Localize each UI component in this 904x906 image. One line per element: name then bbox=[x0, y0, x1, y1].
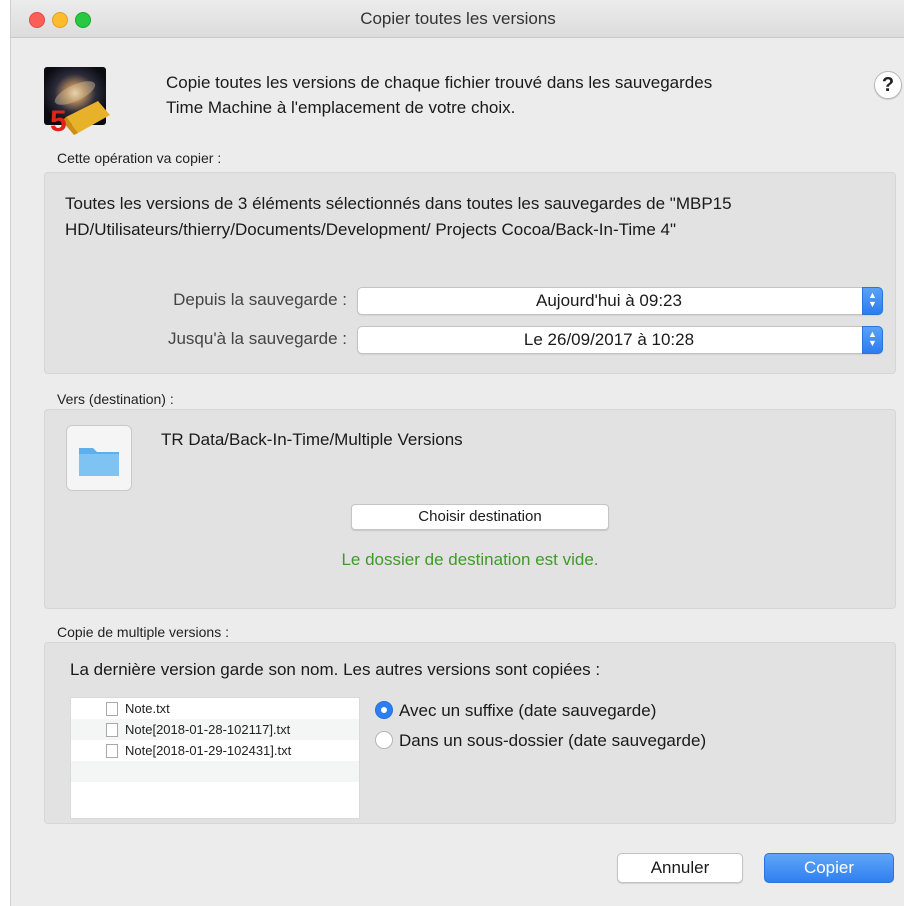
from-backup-popup[interactable]: Aujourd'hui à 09:23 ▲ ▼ bbox=[357, 287, 883, 315]
destination-status: Le dossier de destination est vide. bbox=[341, 550, 599, 569]
subfolder-option-label: Dans un sous-dossier (date sauvegarde) bbox=[399, 731, 707, 750]
destination-folder-well[interactable] bbox=[66, 425, 132, 491]
list-item[interactable]: Note.txt bbox=[71, 698, 359, 719]
suffix-option-label: Avec un suffixe (date sauvegarde) bbox=[399, 701, 657, 720]
window-title: Copier toutes les versions bbox=[360, 9, 556, 28]
help-button[interactable]: ? bbox=[874, 71, 902, 99]
from-backup-label: Depuis la sauvegarde : bbox=[173, 290, 347, 309]
updown-arrows-icon: ▲ ▼ bbox=[862, 287, 883, 315]
suffix-radio-button[interactable] bbox=[375, 701, 393, 719]
operation-group: Toutes les versions de 3 éléments sélect… bbox=[44, 172, 896, 374]
suffix-option[interactable]: Avec un suffixe (date sauvegarde) bbox=[375, 701, 656, 721]
file-name: Note.txt bbox=[125, 701, 170, 716]
file-list[interactable]: Note.txt Note[2018-01-28-102117].txt Not… bbox=[70, 697, 360, 819]
multiple-description: La dernière version garde son nom. Les a… bbox=[70, 660, 601, 679]
app-icon-badge: 5 bbox=[50, 105, 67, 135]
from-backup-value: Aujourd'hui à 09:23 bbox=[536, 291, 682, 310]
intro-line-2: Time Machine à l'emplacement de votre ch… bbox=[166, 98, 516, 117]
destination-group: TR Data/Back-In-Time/Multiple Versions C… bbox=[44, 409, 896, 609]
text-file-icon bbox=[106, 702, 118, 716]
multiple-versions-group: La dernière version garde son nom. Les a… bbox=[44, 642, 896, 824]
operation-description: Toutes les versions de 3 éléments sélect… bbox=[65, 191, 885, 243]
text-file-icon bbox=[106, 744, 118, 758]
operation-description-line-2: HD/Utilisateurs/thierry/Documents/Develo… bbox=[65, 220, 676, 239]
app-icon: 5 bbox=[44, 67, 112, 138]
subfolder-radio-button[interactable] bbox=[375, 731, 393, 749]
to-backup-popup[interactable]: Le 26/09/2017 à 10:28 ▲ ▼ bbox=[357, 326, 883, 354]
updown-arrows-icon: ▲ ▼ bbox=[862, 326, 883, 354]
folder-icon bbox=[79, 448, 119, 476]
copy-versions-window: Copier toutes les versions 5 Copie toute… bbox=[10, 0, 904, 906]
list-item-empty bbox=[71, 782, 359, 803]
file-name: Note[2018-01-28-102117].txt bbox=[125, 722, 291, 737]
cancel-button[interactable]: Annuler bbox=[617, 853, 743, 883]
list-item[interactable]: Note[2018-01-28-102117].txt bbox=[71, 719, 359, 740]
intro-text: Copie toutes les versions de chaque fich… bbox=[166, 70, 846, 120]
file-name: Note[2018-01-29-102431].txt bbox=[125, 743, 292, 758]
to-backup-label: Jusqu'à la sauvegarde : bbox=[167, 329, 347, 348]
destination-path: TR Data/Back-In-Time/Multiple Versions bbox=[161, 430, 463, 449]
multiple-section-label: Copie de multiple versions : bbox=[57, 624, 229, 640]
list-item[interactable]: Note[2018-01-29-102431].txt bbox=[71, 740, 359, 761]
operation-section-label: Cette opération va copier : bbox=[57, 150, 222, 166]
text-file-icon bbox=[106, 723, 118, 737]
destination-section-label: Vers (destination) : bbox=[57, 391, 174, 407]
intro-line-1: Copie toutes les versions de chaque fich… bbox=[166, 73, 713, 92]
to-backup-value: Le 26/09/2017 à 10:28 bbox=[523, 330, 695, 349]
copy-button[interactable]: Copier bbox=[764, 853, 894, 883]
title-bar: Copier toutes les versions bbox=[11, 0, 904, 38]
choose-destination-button[interactable]: Choisir destination bbox=[351, 504, 609, 530]
subfolder-option[interactable]: Dans un sous-dossier (date sauvegarde) bbox=[375, 731, 706, 751]
list-item-empty bbox=[71, 761, 359, 782]
operation-description-line-1: Toutes les versions de 3 éléments sélect… bbox=[65, 194, 732, 213]
